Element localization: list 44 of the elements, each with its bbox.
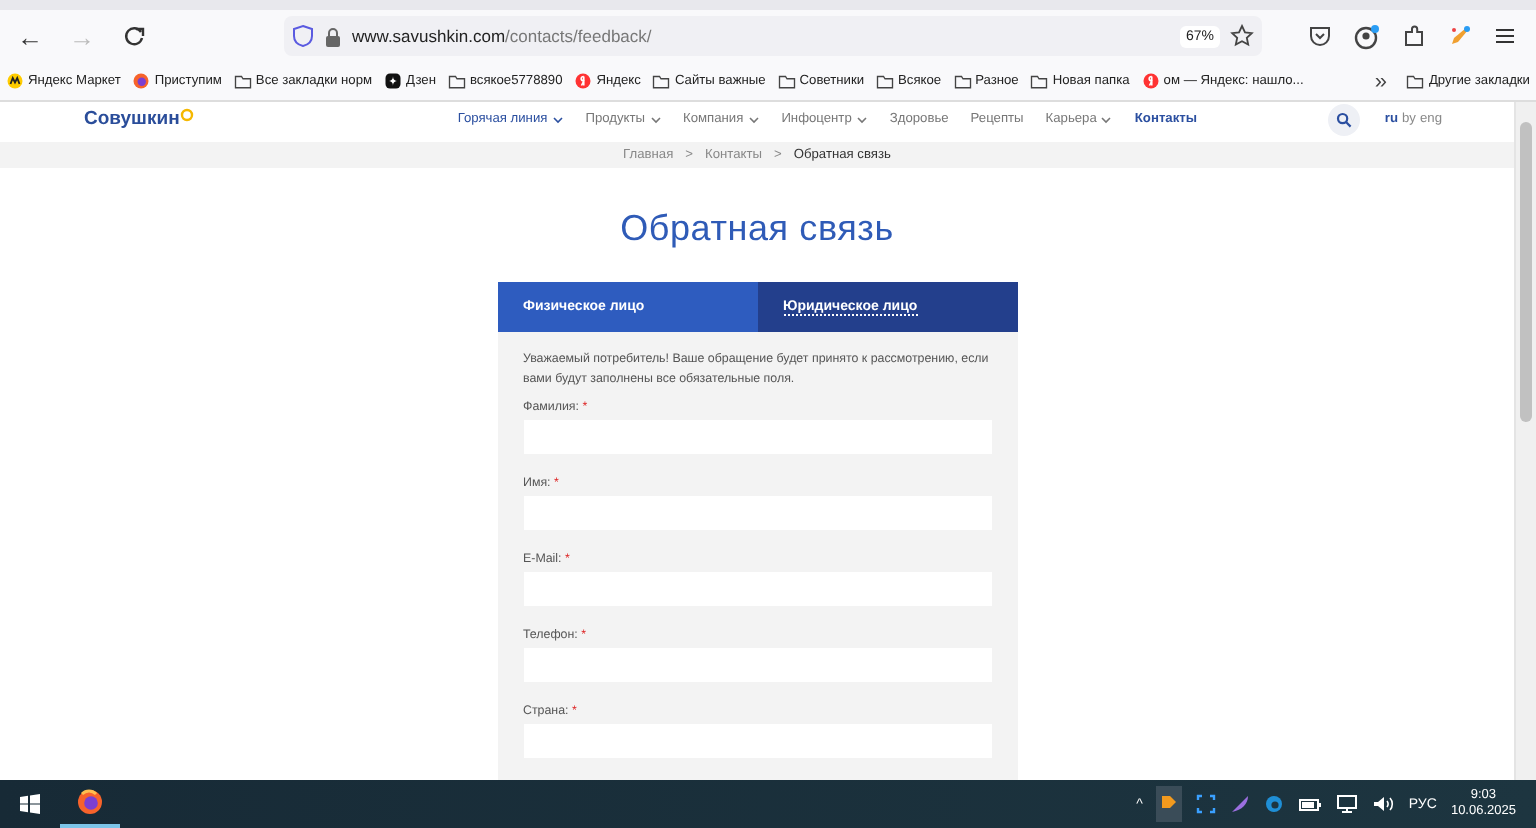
caret-icon bbox=[649, 115, 661, 124]
folder-icon bbox=[1030, 72, 1049, 90]
menu-icon[interactable] bbox=[1494, 26, 1516, 46]
extensions-icon[interactable] bbox=[1402, 24, 1426, 48]
market-icon bbox=[6, 72, 24, 90]
volume-icon[interactable] bbox=[1372, 794, 1395, 814]
caret-icon bbox=[551, 115, 564, 124]
firefox-icon bbox=[76, 788, 104, 816]
pocket-icon[interactable] bbox=[1308, 24, 1332, 48]
battery-icon[interactable] bbox=[1298, 795, 1323, 813]
account-icon[interactable] bbox=[1354, 23, 1380, 49]
shield-icon bbox=[292, 24, 314, 48]
star-icon[interactable] bbox=[1230, 24, 1254, 48]
windows-icon bbox=[20, 794, 40, 814]
yandex-icon bbox=[574, 72, 593, 90]
folder-icon bbox=[652, 72, 671, 90]
caret-icon bbox=[1100, 115, 1113, 124]
edge-icon[interactable] bbox=[1264, 794, 1285, 814]
folder-icon bbox=[953, 72, 972, 90]
firefox-icon bbox=[132, 72, 151, 90]
site-logo[interactable]: Совушкин bbox=[84, 108, 194, 131]
yandex-icon bbox=[1141, 72, 1160, 90]
page-title: Обратная связь bbox=[618, 208, 896, 251]
search-icon bbox=[1336, 111, 1353, 128]
folder-icon bbox=[876, 72, 895, 90]
scrollbar[interactable] bbox=[1514, 102, 1536, 780]
lock-icon bbox=[324, 25, 342, 47]
folder-icon bbox=[448, 72, 466, 90]
back-button[interactable]: ← bbox=[8, 14, 52, 58]
screenshot-icon[interactable] bbox=[1196, 794, 1217, 814]
folder-icon bbox=[777, 72, 796, 90]
dzen-icon bbox=[384, 72, 403, 90]
network-icon[interactable] bbox=[1336, 794, 1359, 814]
reload-icon bbox=[122, 24, 146, 48]
url-text: www.savushkin.com/contacts/feedback/ bbox=[352, 26, 654, 46]
folder-icon bbox=[233, 72, 252, 90]
caret-icon bbox=[747, 115, 760, 124]
search-button[interactable] bbox=[1328, 103, 1361, 136]
feather-icon[interactable] bbox=[1230, 794, 1251, 814]
folder-icon bbox=[1406, 72, 1425, 90]
app-icon[interactable] bbox=[1160, 792, 1179, 812]
caret-icon bbox=[855, 115, 868, 124]
sun-icon bbox=[179, 108, 194, 123]
more-bookmarks-button[interactable]: » bbox=[1374, 69, 1387, 93]
